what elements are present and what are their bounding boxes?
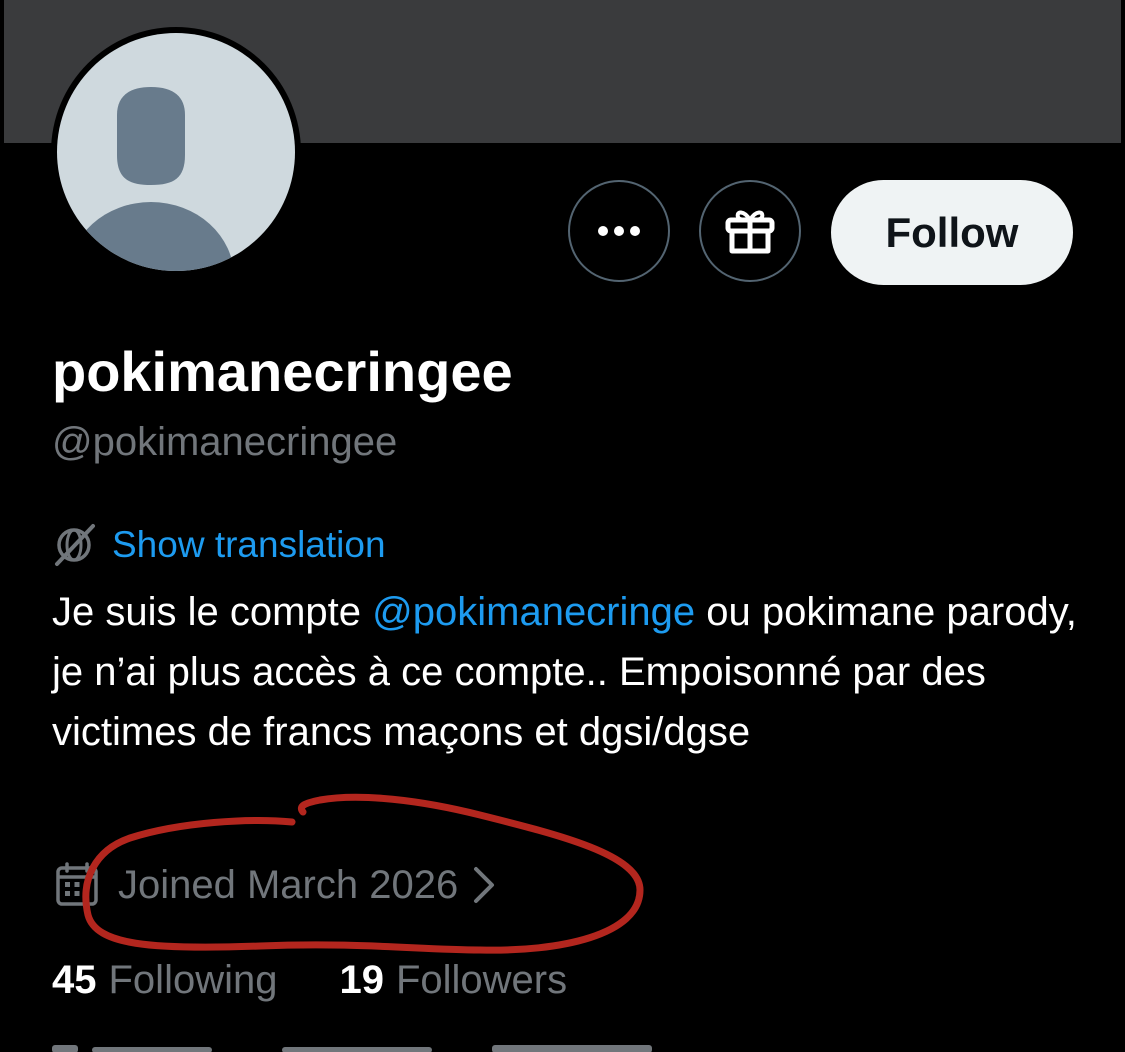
default-avatar-icon — [57, 33, 295, 271]
joined-date-row[interactable]: Joined March 2026 — [54, 857, 496, 913]
gift-icon — [725, 210, 775, 254]
followers-count: 19 — [339, 957, 384, 1002]
more-options-button[interactable] — [568, 180, 670, 282]
following-stat[interactable]: 45 Following — [52, 958, 277, 1003]
more-dots-icon — [598, 226, 640, 236]
cut-off-text-row — [52, 1040, 672, 1052]
followers-stat[interactable]: 19 Followers — [339, 958, 567, 1003]
following-label: Following — [108, 957, 278, 1002]
follow-button[interactable]: Follow — [831, 180, 1073, 285]
profile-bio: Je suis le compte @pokimanecringe ou pok… — [52, 582, 1092, 762]
chevron-right-icon — [474, 867, 495, 903]
avatar[interactable] — [51, 27, 301, 277]
bio-mention-link[interactable]: @pokimanecringe — [372, 590, 695, 634]
calendar-icon — [56, 862, 98, 906]
user-handle: @pokimanecringee — [52, 420, 398, 464]
translate-globe-icon — [55, 524, 95, 566]
following-count: 45 — [52, 957, 97, 1002]
gift-button[interactable] — [699, 180, 801, 282]
bio-text-start: Je suis le compte — [52, 590, 373, 634]
truncated-text-shapes — [52, 1045, 652, 1052]
follow-stats: 45 Following 19 Followers — [52, 955, 567, 1005]
joined-date-text: Joined March 2026 — [118, 862, 459, 907]
show-translation-link[interactable]: Show translation — [112, 524, 386, 566]
show-translation-row[interactable]: Show translation — [52, 520, 386, 570]
display-name: pokimanecringee — [52, 340, 513, 403]
followers-label: Followers — [395, 957, 568, 1002]
